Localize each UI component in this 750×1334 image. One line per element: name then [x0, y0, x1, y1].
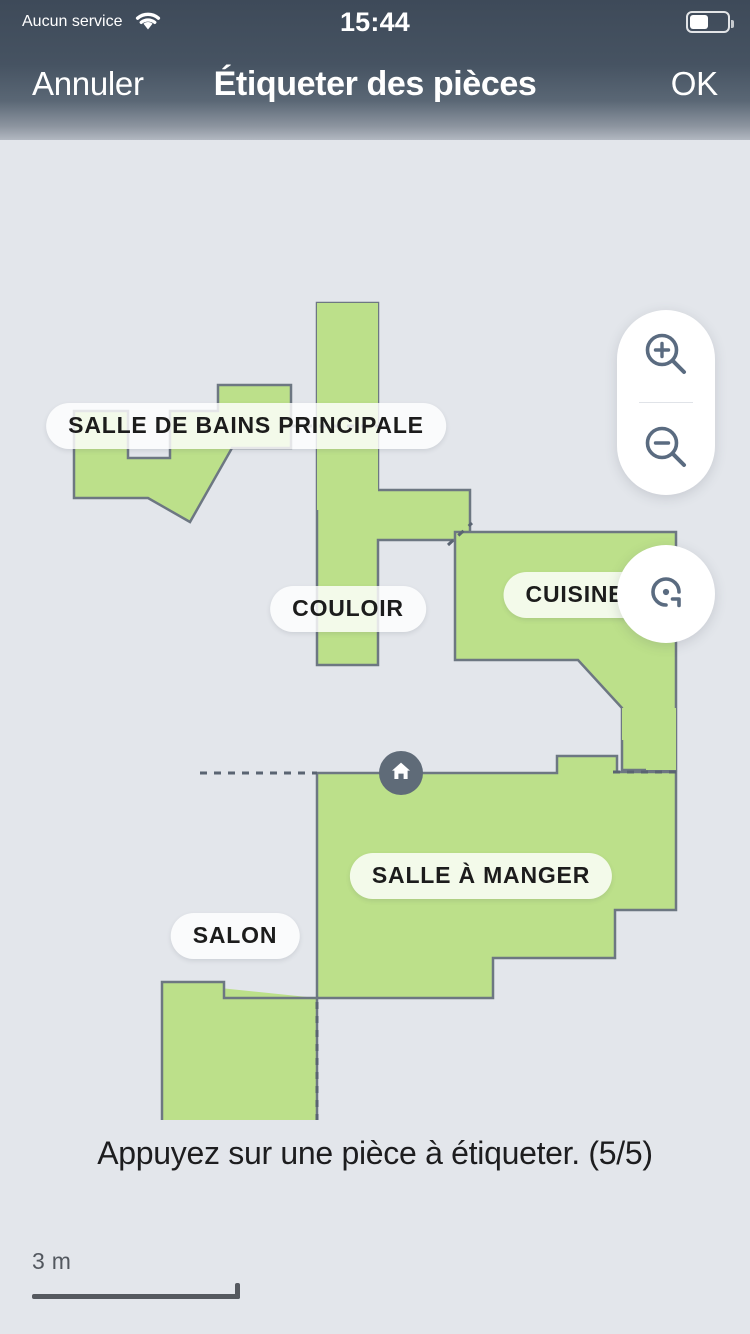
battery-fill — [690, 15, 708, 29]
status-bar-right — [686, 0, 734, 44]
status-bar: Aucun service 15:44 — [0, 0, 750, 44]
ok-button[interactable]: OK — [671, 65, 718, 103]
magnifier-plus-icon — [640, 328, 692, 385]
scale-bar: 3 m — [32, 1248, 240, 1299]
page-title: Étiqueter des pièces — [213, 64, 537, 103]
zoom-out-button[interactable] — [617, 403, 715, 495]
home-icon — [389, 759, 413, 788]
scale-bar-tick — [235, 1283, 240, 1299]
zoom-in-button[interactable] — [617, 310, 715, 402]
room-label-dining[interactable]: SALLE À MANGER — [349, 853, 613, 899]
home-marker[interactable] — [379, 751, 423, 795]
scale-label: 3 m — [32, 1248, 72, 1274]
instruction-text: Appuyez sur une pièce à étiqueter. (5/5) — [97, 1135, 653, 1171]
room-labeling-screen: Aucun service 15:44 Annuler Étiqueter de… — [0, 0, 750, 1334]
magnifier-minus-icon — [640, 421, 692, 478]
zoom-controls — [617, 310, 715, 495]
reset-orientation-button[interactable] — [617, 545, 715, 643]
room-label-corridor[interactable]: COULOIR — [270, 586, 426, 632]
header: Aucun service 15:44 Annuler Étiqueter de… — [0, 0, 750, 140]
clock-label: 15:44 — [339, 6, 411, 37]
room-label-living[interactable]: SALON — [170, 913, 300, 959]
navigation-bar: Annuler Étiqueter des pièces OK — [0, 44, 750, 124]
floor-plan-map[interactable]: SALLE DE BAINS PRINCIPALE COULOIR CUISIN… — [0, 140, 750, 1120]
room-label-bathroom[interactable]: SALLE DE BAINS PRINCIPALE — [46, 403, 446, 449]
rotate-icon — [641, 567, 691, 622]
scale-bar-graphic — [32, 1283, 240, 1299]
scale-bar-line — [32, 1294, 240, 1299]
room-shape-living-outline — [160, 980, 319, 1120]
battery-icon — [686, 11, 734, 33]
